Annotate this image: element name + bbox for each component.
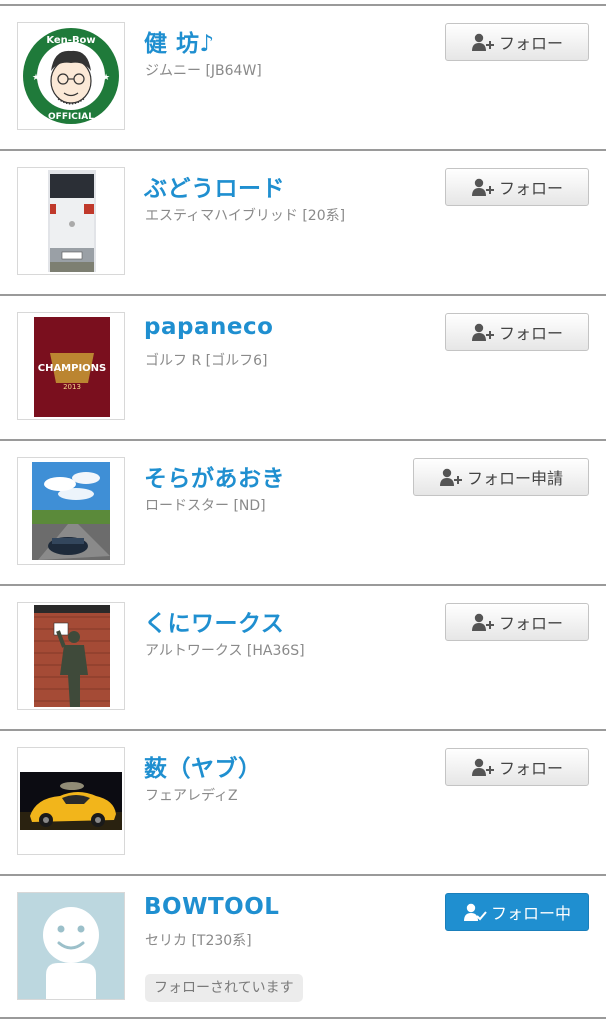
car-model: エスティマハイブリッド [20系] (145, 208, 346, 224)
follow-button-label: フォロー (498, 324, 563, 343)
person-plus-icon (471, 757, 495, 777)
default-avatar-icon (18, 893, 124, 999)
list-item[interactable]: ぶどうロード エスティマハイブリッド [20系] フォロー (0, 151, 606, 296)
kenbow-logo: Ken-Bow OFFICIAL ★ ★ (18, 23, 124, 129)
user-name[interactable]: そらがあおき (144, 459, 285, 493)
person-plus-icon (471, 322, 495, 342)
avatar[interactable] (17, 167, 125, 275)
follow-button-label: フォロー (498, 759, 563, 778)
avatar[interactable]: Ken-Bow OFFICIAL ★ ★ (17, 22, 125, 130)
avatar[interactable] (17, 747, 125, 855)
svg-text:OFFICIAL: OFFICIAL (48, 112, 94, 122)
avatar[interactable] (17, 457, 125, 565)
person-plus-icon (471, 612, 495, 632)
following-button-label: フォロー中 (490, 904, 571, 923)
following-button[interactable]: フォロー中 (445, 893, 589, 931)
user-name[interactable]: くにワークス (144, 604, 284, 638)
avatar[interactable] (17, 892, 125, 1000)
user-name[interactable]: papaneco (144, 314, 273, 340)
statue-photo (18, 603, 124, 709)
avatar[interactable]: CHAMPIONS 2013 (17, 312, 125, 420)
person-plus-icon (471, 32, 495, 52)
list-item[interactable]: Ken-Bow OFFICIAL ★ ★ 健 坊♪ ジムニー [JB64W] フ… (0, 6, 606, 151)
person-check-icon (463, 902, 487, 922)
list-item[interactable]: くにワークス アルトワークス [HA36S] フォロー (0, 586, 606, 731)
champions-flag-image: CHAMPIONS 2013 (18, 313, 124, 419)
user-name[interactable]: ぶどうロード (144, 169, 285, 203)
list-item[interactable]: BOWTOOL セリカ [T230系] フォロー中 フォローされています (0, 876, 606, 1019)
list-item[interactable]: そらがあおき ロードスター [ND] フォロー申請 (0, 441, 606, 586)
list-item[interactable]: 薮（ヤブ） フェアレディZ フォロー (0, 731, 606, 876)
follow-button-label: フォロー (498, 34, 563, 53)
user-name[interactable]: 薮（ヤブ） (144, 749, 262, 783)
sky-road-photo (18, 458, 124, 564)
followed-by-badge: フォローされています (145, 974, 303, 1002)
follow-request-button-label: フォロー申請 (466, 469, 563, 488)
car-photo (18, 168, 124, 274)
svg-text:CHAMPIONS: CHAMPIONS (38, 363, 107, 374)
car-model: ゴルフ R [ゴルフ6] (145, 353, 268, 369)
svg-text:Ken-Bow: Ken-Bow (46, 35, 95, 46)
car-model: ジムニー [JB64W] (145, 63, 262, 79)
yellow-car-photo (18, 748, 124, 854)
car-model: アルトワークス [HA36S] (145, 643, 305, 659)
user-name[interactable]: 健 坊♪ (144, 24, 215, 58)
follow-request-button[interactable]: フォロー申請 (413, 458, 589, 496)
list-item[interactable]: CHAMPIONS 2013 papaneco ゴルフ R [ゴルフ6] フォロ… (0, 296, 606, 441)
follow-button-label: フォロー (498, 179, 563, 198)
car-model: ロードスター [ND] (145, 498, 266, 514)
svg-text:★: ★ (102, 73, 110, 83)
svg-text:★: ★ (32, 73, 40, 83)
user-list: Ken-Bow OFFICIAL ★ ★ 健 坊♪ ジムニー [JB64W] フ… (0, 6, 606, 1019)
follow-button[interactable]: フォロー (445, 23, 589, 61)
car-model: フェアレディZ (145, 788, 238, 804)
avatar[interactable] (17, 602, 125, 710)
person-plus-icon (439, 467, 463, 487)
car-model: セリカ [T230系] (145, 933, 252, 949)
person-plus-icon (471, 177, 495, 197)
follow-button[interactable]: フォロー (445, 748, 589, 786)
user-name[interactable]: BOWTOOL (144, 894, 279, 920)
follow-button[interactable]: フォロー (445, 168, 589, 206)
svg-text:2013: 2013 (63, 383, 81, 391)
follow-button[interactable]: フォロー (445, 603, 589, 641)
follow-button-label: フォロー (498, 614, 563, 633)
follow-button[interactable]: フォロー (445, 313, 589, 351)
